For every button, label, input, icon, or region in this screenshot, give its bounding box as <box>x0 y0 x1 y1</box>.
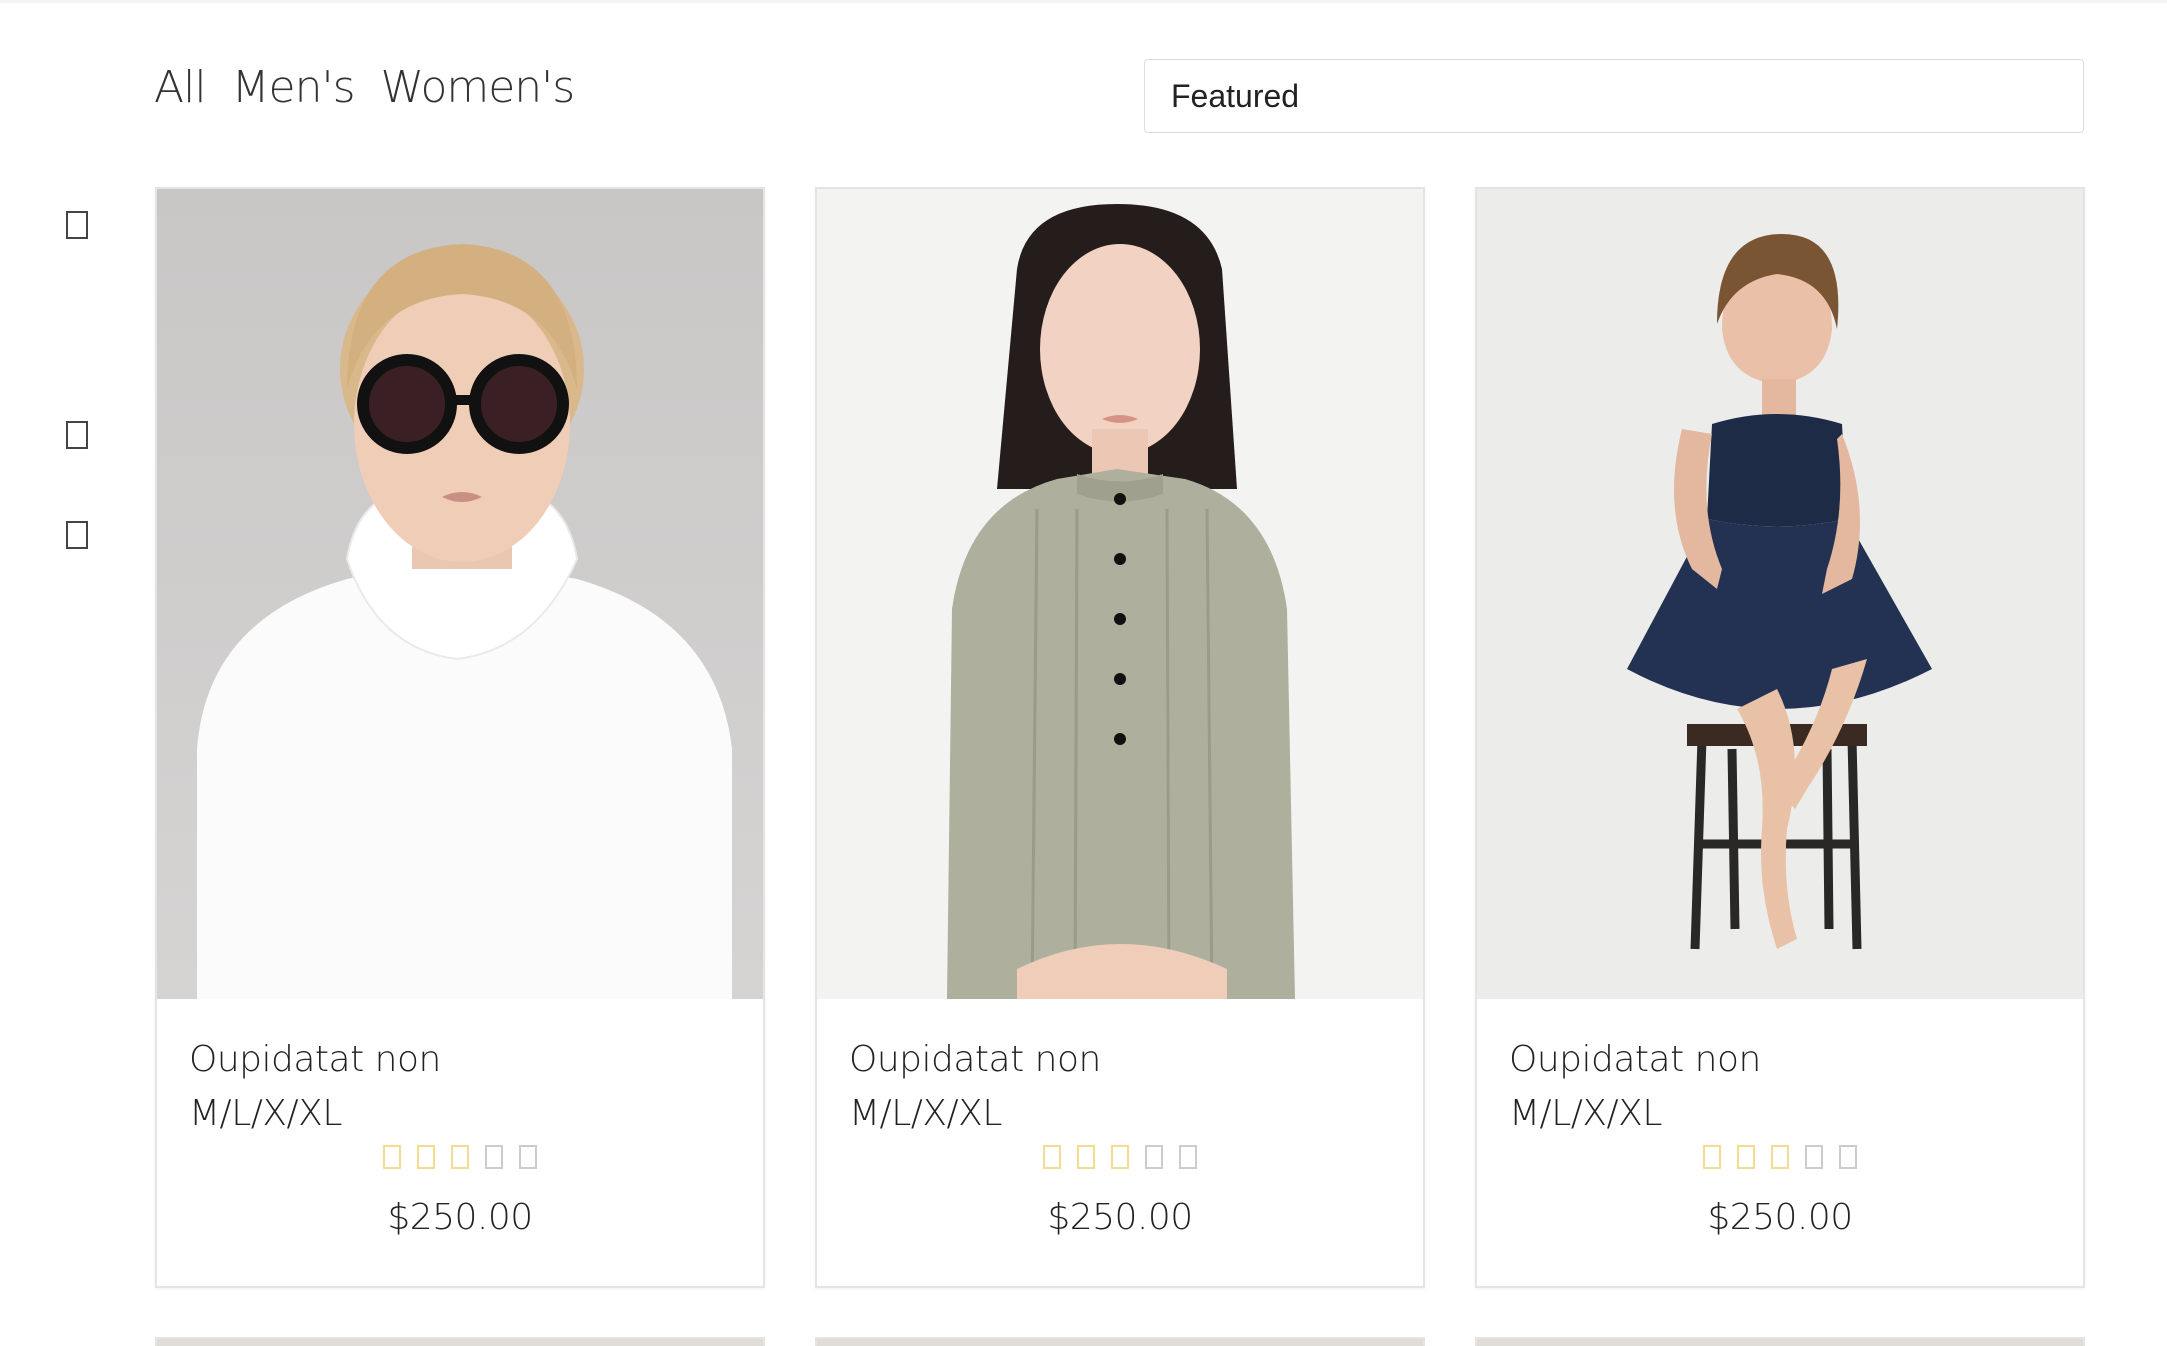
star-icon <box>1771 1145 1789 1169</box>
star-icon <box>485 1145 503 1169</box>
product-image[interactable] <box>1477 189 2083 999</box>
star-icon <box>1111 1145 1129 1169</box>
product-price: $250.00 <box>1707 1197 1853 1238</box>
category-filters: All Men's Women's <box>154 62 576 113</box>
product-rating <box>157 1145 763 1169</box>
sort-selected-value: Featured <box>1171 77 1300 114</box>
product-image[interactable] <box>157 189 763 999</box>
star-icon <box>1145 1145 1163 1169</box>
product-card-next[interactable] <box>155 1337 765 1346</box>
product-card[interactable]: Oupidatat non M/L/X/XL $250.00 <box>155 187 765 1288</box>
star-icon <box>1077 1145 1095 1169</box>
star-icon <box>383 1145 401 1169</box>
product-card[interactable]: Oupidatat non M/L/X/XL $250.00 <box>1475 187 2085 1288</box>
star-icon <box>417 1145 435 1169</box>
product-rating <box>1477 1145 2083 1169</box>
product-image[interactable] <box>817 189 1423 999</box>
sort-select[interactable]: Featured <box>1144 59 2084 133</box>
square-icon[interactable] <box>66 521 88 549</box>
product-card-next[interactable] <box>1475 1337 2085 1346</box>
star-icon <box>1839 1145 1857 1169</box>
product-sizes: M/L/X/XL <box>1509 1093 1662 1134</box>
product-sizes: M/L/X/XL <box>849 1093 1002 1134</box>
product-sizes: M/L/X/XL <box>189 1093 342 1134</box>
star-icon <box>519 1145 537 1169</box>
filter-mens[interactable]: Men's <box>232 62 356 113</box>
product-price: $250.00 <box>1047 1197 1193 1238</box>
star-icon <box>1703 1145 1721 1169</box>
star-icon <box>451 1145 469 1169</box>
product-name[interactable]: Oupidatat non <box>849 1039 1101 1080</box>
star-icon <box>1179 1145 1197 1169</box>
product-card-next[interactable] <box>815 1337 1425 1346</box>
star-icon <box>1737 1145 1755 1169</box>
square-icon[interactable] <box>66 421 88 449</box>
top-divider <box>0 0 2167 3</box>
star-icon <box>1043 1145 1061 1169</box>
filter-womens[interactable]: Women's <box>381 62 576 113</box>
product-name[interactable]: Oupidatat non <box>1509 1039 1761 1080</box>
product-card[interactable]: Oupidatat non M/L/X/XL $250.00 <box>815 187 1425 1288</box>
star-icon <box>1805 1145 1823 1169</box>
product-rating <box>817 1145 1423 1169</box>
product-price: $250.00 <box>387 1197 533 1238</box>
square-icon[interactable] <box>66 211 88 239</box>
product-name[interactable]: Oupidatat non <box>189 1039 441 1080</box>
filter-all[interactable]: All <box>154 62 207 113</box>
